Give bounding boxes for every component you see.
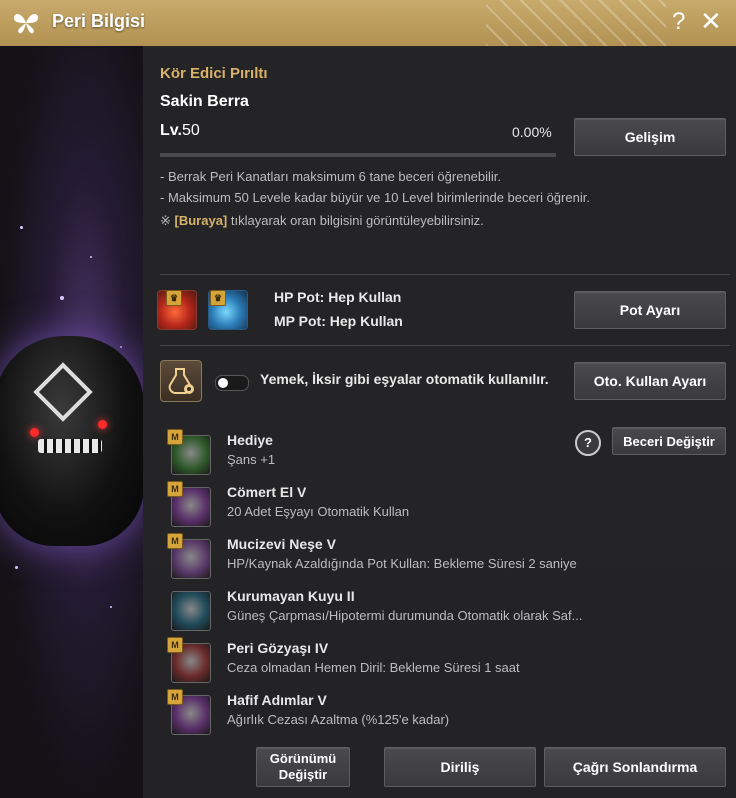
note-prefix: ※ (160, 213, 175, 228)
sparkle (20, 226, 23, 229)
skill-grade-badge: M (167, 481, 183, 497)
auto-use-toggle[interactable] (215, 375, 249, 391)
info-line: - Berrak Peri Kanatları maksimum 6 tane … (160, 169, 502, 184)
sparkle (90, 256, 92, 258)
butterfly-icon (14, 13, 38, 34)
fairy-info-content: Kör Edici Pırıltı Sakin Berra Lv.50 0.00… (143, 46, 736, 798)
skill-name: Kurumayan Kuyu II (227, 588, 355, 604)
sparkle (15, 566, 18, 569)
toggle-knob (218, 378, 228, 388)
level-value: 50 (181, 122, 200, 139)
skill-description: Ağırlık Cezası Azaltma (%125'e kadar) (227, 712, 450, 727)
skill-name: Hafif Adımlar V (227, 692, 327, 708)
auto-use-potion-gear-icon (160, 360, 202, 402)
crown-badge-icon: ♛ (166, 290, 182, 306)
info-line: - Maksimum 50 Levele kadar büyür ve 10 L… (160, 190, 590, 205)
skill-description: HP/Kaynak Azaldığında Pot Kullan: Beklem… (227, 556, 577, 571)
note-suffix: tıklayarak oran bilgisini görüntüleyebil… (227, 213, 484, 228)
skill-description: Şans +1 (227, 452, 276, 467)
skill-grade-badge: M (167, 533, 183, 549)
fairy-portrait-panel (0, 46, 143, 798)
window-title: Peri Bilgisi (52, 11, 146, 31)
sparkle (60, 296, 64, 300)
skill-description: Ceza olmadan Hemen Diril: Bekleme Süresi… (227, 660, 520, 675)
skill-grade-badge: M (167, 689, 183, 705)
fairy-emblem (33, 362, 93, 422)
skill-name: Hediye (227, 432, 273, 448)
skill-description: 20 Adet Eşyayı Otomatik Kullan (227, 504, 410, 519)
hp-pot-setting: HP Pot: Hep Kullan (274, 289, 402, 305)
sparkle (120, 346, 122, 348)
rate-info-link[interactable]: [Buraya] (175, 213, 228, 228)
fairy-level: Lv.50 (160, 122, 200, 140)
end-summon-button[interactable]: Çağrı Sonlandırma (544, 747, 726, 787)
skill-name: Cömert El V (227, 484, 307, 500)
fairy-type-label: Kör Edici Pırıltı (160, 65, 268, 82)
bowl-icon (171, 591, 211, 631)
revive-button[interactable]: Diriliş (384, 747, 536, 787)
sparkle (110, 606, 112, 608)
skill-grade-badge: M (167, 637, 183, 653)
fairy-portrait (0, 336, 143, 546)
growth-button[interactable]: Gelişim (574, 118, 726, 156)
crown-badge-icon: ♛ (210, 290, 226, 306)
skill-description: Güneş Çarpması/Hipotermi durumunda Otoma… (227, 608, 583, 623)
auto-use-description: Yemek, İksir gibi eşyalar otomatik kulla… (260, 371, 549, 387)
change-skill-button[interactable]: Beceri Değiştir (612, 427, 726, 455)
close-icon[interactable]: ✕ (700, 6, 722, 37)
title-bar-pattern (486, 0, 666, 46)
divider (160, 274, 730, 275)
pot-settings-button[interactable]: Pot Ayarı (574, 291, 726, 329)
help-icon[interactable]: ? (672, 8, 685, 36)
mp-pot-setting: MP Pot: Hep Kullan (274, 313, 403, 329)
divider (160, 345, 730, 346)
fairy-eye (30, 428, 39, 437)
fairy-name: Sakin Berra (160, 93, 249, 110)
rate-info-note: ※ [Buraya] tıklayarak oran bilgisini gör… (160, 213, 484, 229)
fairy-eye (98, 420, 107, 429)
skill-grade-badge: M (167, 429, 183, 445)
growth-progress-text: 0.00% (512, 124, 552, 140)
button-label-line: Görünümü (269, 751, 337, 766)
skill-name: Peri Gözyaşı IV (227, 640, 329, 656)
button-label-line: Değiştir (278, 767, 328, 782)
change-appearance-button[interactable]: Görünümü Değiştir (256, 747, 350, 787)
skill-help-icon[interactable]: ? (575, 430, 601, 456)
fairy-info-window: Peri Bilgisi ? ✕ Kör Edici Pırıltı Sakin… (0, 0, 736, 798)
skill-name: Mucizevi Neşe V (227, 536, 336, 552)
fairy-mouth (38, 439, 102, 453)
title-bar[interactable]: Peri Bilgisi ? ✕ (0, 0, 736, 47)
growth-progress-bar (160, 153, 556, 157)
auto-use-settings-button[interactable]: Oto. Kullan Ayarı (574, 362, 726, 400)
level-prefix: Lv. (160, 122, 182, 139)
